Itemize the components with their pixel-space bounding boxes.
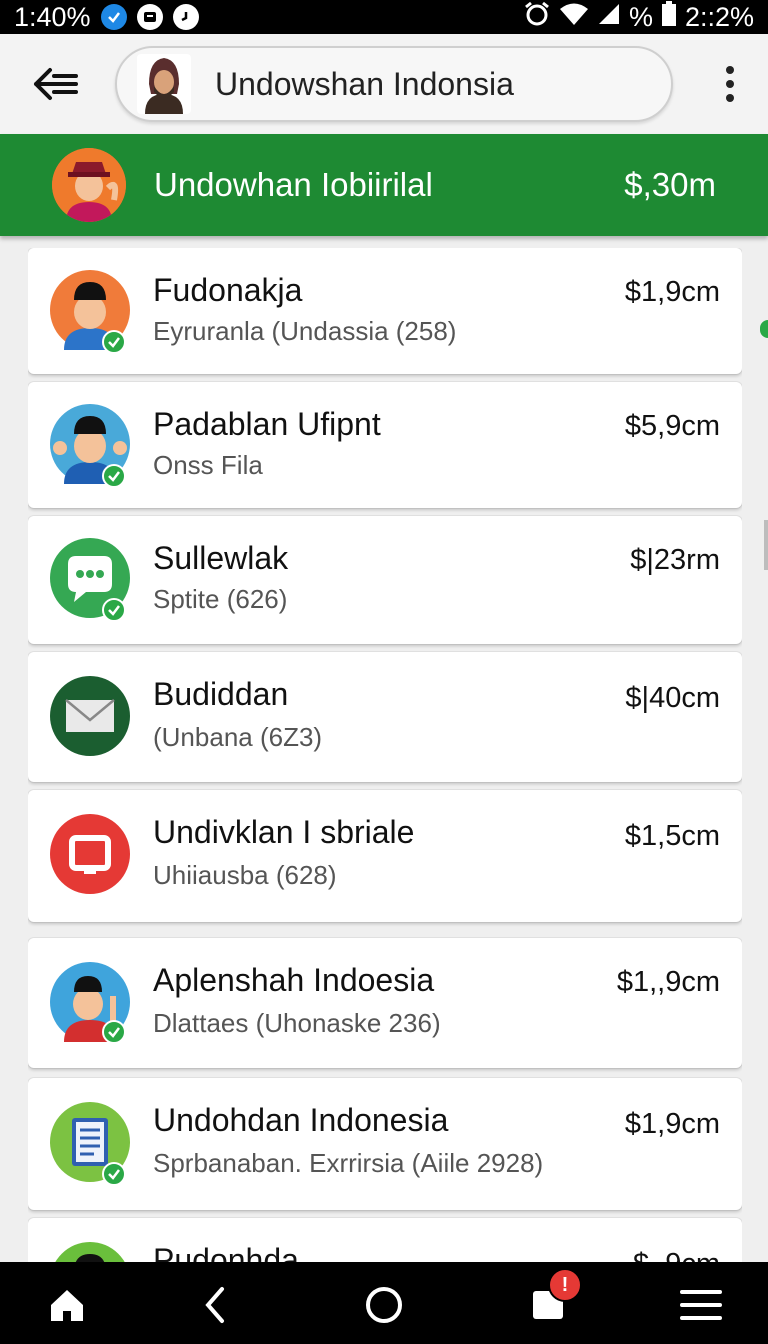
status-clock: 2::2% <box>684 1 754 32</box>
list-item[interactable]: Padablan Ufipnt Onss Fila $5,9cm <box>28 382 742 508</box>
item-name: Fudonakja <box>153 272 303 308</box>
banner-amount: $,30m <box>624 166 716 203</box>
battery-icon <box>661 0 677 34</box>
item-amount: $1,,9cm <box>616 966 720 998</box>
back-arrow-icon[interactable] <box>20 54 90 114</box>
notification-badge: ! <box>548 1268 582 1302</box>
avatar <box>52 148 126 222</box>
summary-banner[interactable]: Undowhan Iobiirilal $,30m <box>0 134 768 236</box>
envelope-icon <box>50 676 130 756</box>
verified-check-icon <box>102 1020 126 1044</box>
item-amount: $1,9cm <box>624 276 720 308</box>
item-name: Undivklan I sbriale <box>153 814 415 850</box>
signal-icon <box>597 2 621 33</box>
list-item[interactable]: Undivklan I sbriale Uhiiausba (628) $1,5… <box>28 790 742 922</box>
item-amount: $5,9cm <box>624 410 720 442</box>
item-subtitle: Sprbanaban. Exrrirsia (Aiile 2928) <box>153 1148 544 1178</box>
list-item[interactable]: Undohdan Indonesia Sprbanaban. Exrrirsia… <box>28 1078 742 1210</box>
item-amount: $1,5cm <box>624 820 720 852</box>
list-item[interactable]: Fudonakja Eyruranla (Undassia (258) $1,9… <box>28 248 742 374</box>
system-nav-bar: ! <box>0 1262 768 1344</box>
home-icon[interactable] <box>42 1280 92 1330</box>
item-subtitle: Eyruranla (Undassia (258) <box>153 316 457 346</box>
check-badge-icon <box>100 4 127 30</box>
item-subtitle: Uhiiausba (628) <box>153 860 337 890</box>
item-name: Padablan Ufipnt <box>153 406 381 442</box>
item-name: Undohdan Indonesia <box>153 1102 449 1138</box>
notification-card-icon[interactable]: ! <box>522 1268 582 1330</box>
item-name: Pudonhda <box>153 1242 299 1262</box>
verified-check-icon <box>102 330 126 354</box>
wifi-icon <box>559 2 589 33</box>
item-name: Aplenshah Indoesia <box>153 962 435 998</box>
more-vert-icon[interactable] <box>718 54 742 114</box>
person-avatar-icon <box>50 1242 130 1262</box>
scroll-indicator[interactable] <box>760 320 768 338</box>
message-box-icon <box>50 814 130 894</box>
scrollbar-thumb[interactable] <box>764 520 768 570</box>
box-notification-icon <box>136 4 163 30</box>
status-time: 1:40% <box>14 1 91 32</box>
item-amount: $.,9cm <box>633 1248 720 1262</box>
app-bar: Undowshan Indonsia <box>0 34 768 134</box>
list-item[interactable]: Aplenshah Indoesia Dlattaes (Uhonaske 23… <box>28 938 742 1068</box>
item-subtitle: (Unbana (6Z3) <box>153 722 323 752</box>
chat-title: Undowshan Indonsia <box>215 65 514 102</box>
item-subtitle: Dlattaes (Uhonaske 236) <box>153 1008 441 1038</box>
list-item[interactable]: Pudonhda $.,9cm <box>28 1218 742 1262</box>
item-subtitle: Sptite (626) <box>153 584 288 614</box>
item-name: Sullewlak <box>153 540 289 576</box>
item-amount: $|23rm <box>630 544 720 576</box>
banner-title: Undowhan Iobiirilal <box>154 166 433 203</box>
item-amount: $|40cm <box>625 682 720 714</box>
list-item[interactable]: Budiddan (Unbana (6Z3) $|40cm <box>28 652 742 782</box>
nav-back-icon[interactable] <box>190 1280 240 1330</box>
status-bar: 1:40% % 2::2% <box>0 0 768 34</box>
item-name: Budiddan <box>153 676 289 712</box>
verified-check-icon <box>102 1162 126 1186</box>
verified-check-icon <box>102 598 126 622</box>
avatar <box>137 54 191 114</box>
chat-title-pill[interactable]: Undowshan Indonsia <box>115 46 673 122</box>
verified-check-icon <box>102 464 126 488</box>
item-amount: $1,9cm <box>624 1108 720 1140</box>
status-percent: % <box>628 1 653 32</box>
list-item[interactable]: Sullewlak Sptite (626) $|23rm <box>28 516 742 644</box>
clock-notification-icon <box>172 4 199 30</box>
menu-icon[interactable] <box>676 1280 726 1330</box>
home-circle-icon[interactable] <box>359 1280 409 1330</box>
alarm-icon <box>523 1 551 34</box>
item-subtitle: Onss Fila <box>153 450 263 480</box>
contact-list[interactable]: Fudonakja Eyruranla (Undassia (258) $1,9… <box>28 248 742 1262</box>
